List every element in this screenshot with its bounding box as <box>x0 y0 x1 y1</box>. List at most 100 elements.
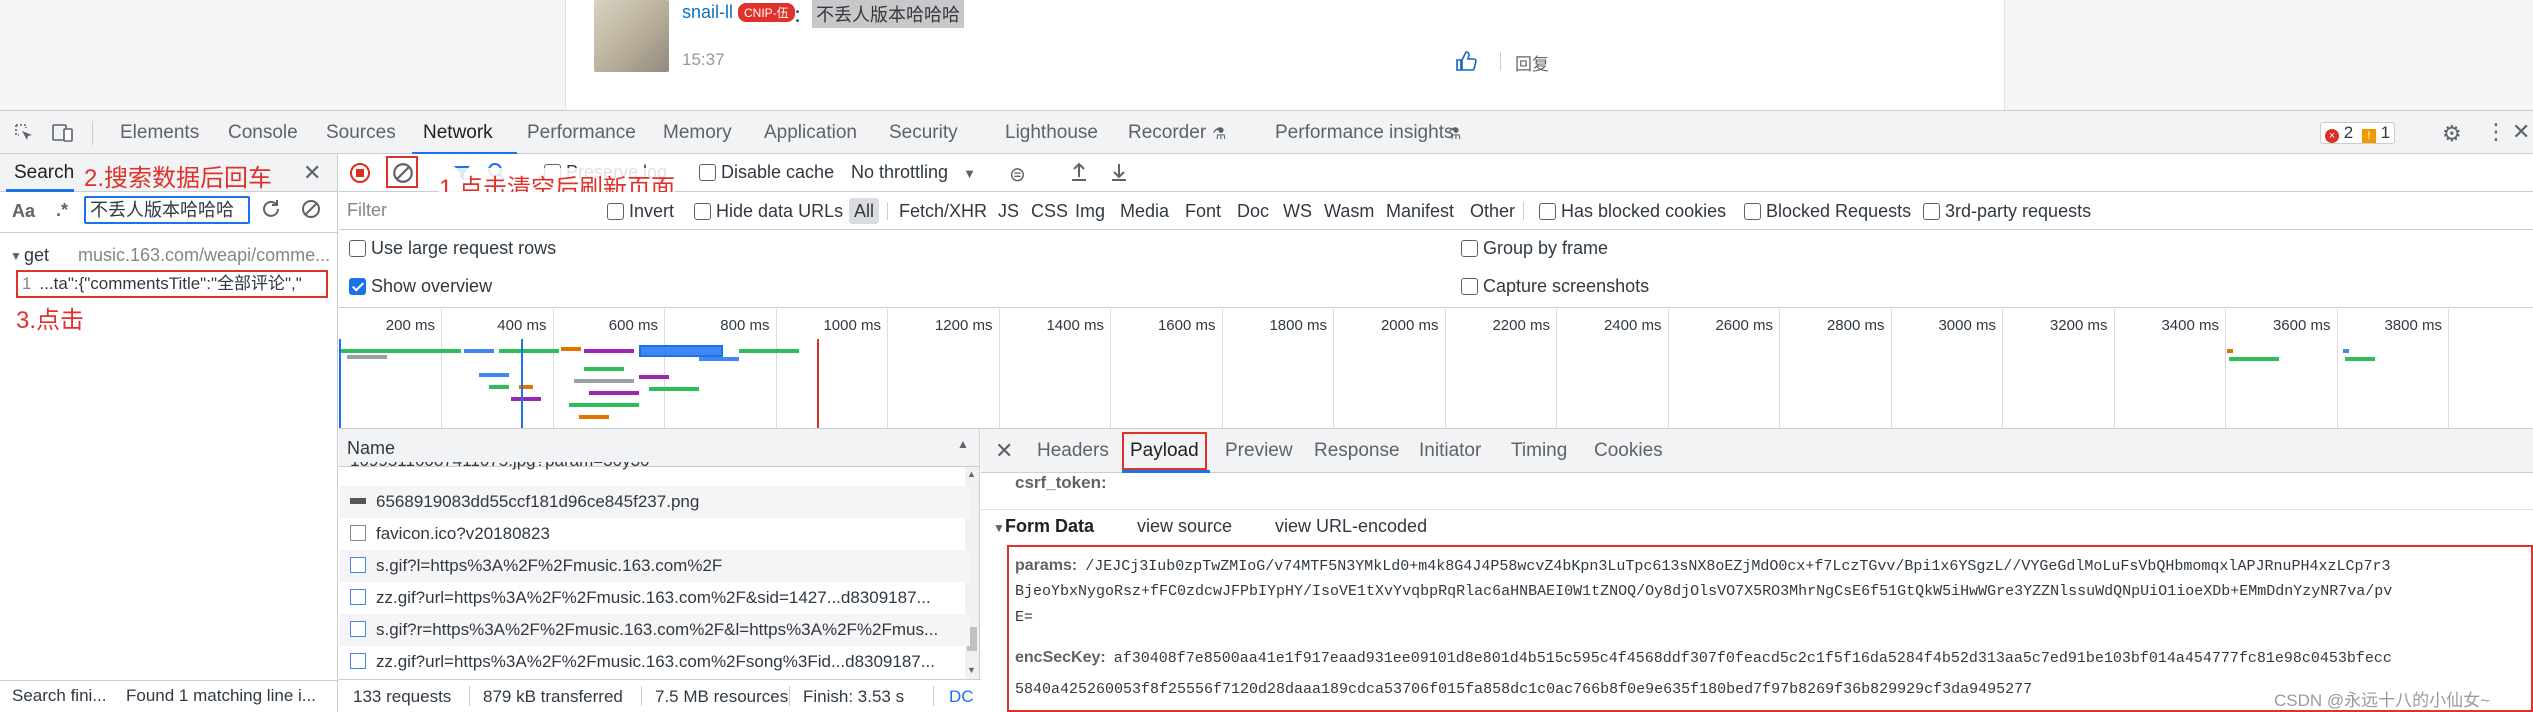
tab-memory[interactable]: Memory <box>663 111 732 155</box>
type-wasm[interactable]: Wasm <box>1324 192 1374 230</box>
tab-response[interactable]: Response <box>1314 429 1400 473</box>
type-manifest[interactable]: Manifest <box>1386 192 1454 230</box>
third-party-checkbox[interactable]: 3rd-party requests <box>1923 192 2091 230</box>
comment-username[interactable]: snail-ll <box>682 2 733 23</box>
type-js[interactable]: JS <box>998 192 1019 230</box>
tab-initiator[interactable]: Initiator <box>1419 429 1481 473</box>
close-detail-icon[interactable]: ✕ <box>995 438 1013 464</box>
clear-search-icon[interactable] <box>300 198 322 225</box>
inspect-icon[interactable] <box>14 123 34 148</box>
group-by-frame-checkbox[interactable]: Group by frame <box>1461 238 1608 259</box>
warning-icon: ! <box>2361 129 2376 143</box>
tab-preview[interactable]: Preview <box>1225 429 1293 473</box>
type-fetch-xhr[interactable]: Fetch/XHR <box>899 192 987 230</box>
network-conditions-icon[interactable]: ⊜ <box>1009 162 1026 187</box>
expand-triangle-icon[interactable]: ▼ <box>10 249 22 263</box>
timeline-tick <box>664 309 665 428</box>
timeline-tick <box>998 309 1000 428</box>
type-doc[interactable]: Doc <box>1237 192 1269 230</box>
params-value-cont: BjeoYbxNygoRsz+fFC0zdcwJFPbIYpHY/IsoVE1t… <box>1015 583 2393 600</box>
tab-application[interactable]: Application <box>764 111 857 155</box>
throttling-select[interactable]: No throttling ▼ <box>851 162 976 183</box>
tab-timing[interactable]: Timing <box>1511 429 1567 473</box>
tab-lighthouse[interactable]: Lighthouse <box>1005 111 1098 155</box>
tab-console[interactable]: Console <box>228 111 298 155</box>
reply-link[interactable]: 回复 <box>1515 50 1549 75</box>
form-data-heading[interactable]: Form Data <box>1005 516 1094 537</box>
overview-timeline[interactable]: 200 ms 400 ms 600 ms 800 ms 1000 ms 1200 ms 14… <box>339 309 2533 429</box>
tab-cookies[interactable]: Cookies <box>1594 429 1663 473</box>
type-other[interactable]: Other <box>1470 192 1515 230</box>
close-search-icon[interactable]: ✕ <box>303 160 321 186</box>
view-source-link[interactable]: view source <box>1137 516 1232 537</box>
type-font[interactable]: Font <box>1185 192 1221 230</box>
tab-sources[interactable]: Sources <box>326 111 396 155</box>
show-overview-checkbox[interactable]: Show overview <box>349 276 492 297</box>
error-count-badge[interactable]: × 2 ! 1 <box>2320 122 2396 144</box>
table-row[interactable]: 10995116087411075.jpg?param=30y30 <box>340 462 970 480</box>
search-result-line[interactable]: 1 ...ta":{"commentsTitle":"全部评论"," <box>16 270 328 298</box>
refresh-icon[interactable] <box>260 198 282 225</box>
expand-triangle-icon[interactable]: ▼ <box>993 521 1005 535</box>
like-icon[interactable] <box>1455 50 1477 72</box>
sort-arrow-icon[interactable]: ▲ <box>957 437 969 451</box>
type-ws[interactable]: WS <box>1283 192 1312 230</box>
tab-security[interactable]: Security <box>889 111 958 155</box>
dom-content-loaded-line <box>521 339 523 428</box>
disable-cache-checkbox[interactable]: Disable cache <box>699 162 834 183</box>
blocked-requests-checkbox[interactable]: Blocked Requests <box>1744 192 1911 230</box>
view-url-encoded-link[interactable]: view URL-encoded <box>1275 516 1427 537</box>
import-har-icon[interactable] <box>1069 161 1089 188</box>
table-row[interactable]: favicon.ico?v20180823 <box>340 518 970 550</box>
clear-network-button[interactable] <box>386 156 418 188</box>
close-devtools-icon[interactable]: ✕ <box>2512 119 2530 145</box>
hide-data-urls-checkbox[interactable]: Hide data URLs <box>694 192 843 230</box>
table-row[interactable]: zz.gif?url=https%3A%2F%2Fmusic.163.com%2… <box>340 582 970 614</box>
avatar[interactable] <box>594 0 669 72</box>
table-row[interactable]: s.gif?l=https%3A%2F%2Fmusic.163.com%2F <box>340 550 970 582</box>
match-case-toggle[interactable]: Aa <box>12 201 35 222</box>
type-media[interactable]: Media <box>1120 192 1169 230</box>
type-img[interactable]: Img <box>1075 192 1105 230</box>
has-blocked-cookies-checkbox[interactable]: Has blocked cookies <box>1539 192 1726 230</box>
table-row[interactable]: s.gif?r=https%3A%2F%2Fmusic.163.com%2F&l… <box>340 614 970 646</box>
tab-recorder[interactable]: Recorder <box>1128 111 1206 155</box>
show-overview-label: Show overview <box>371 276 493 296</box>
search-result-url[interactable]: music.163.com/weapi/comme... <box>78 245 330 266</box>
timeline-tick <box>1333 309 1334 428</box>
large-rows-checkbox[interactable]: Use large request rows <box>349 238 556 259</box>
regex-toggle[interactable]: .* <box>56 200 68 221</box>
devtools-tabbar: Elements Console Sources Network Perform… <box>0 110 2533 155</box>
tab-payload[interactable]: Payload <box>1122 432 1207 470</box>
large-rows-label: Use large request rows <box>371 238 557 258</box>
tab-performance-insights[interactable]: Performance insights <box>1275 111 1453 155</box>
tab-elements[interactable]: Elements <box>120 111 199 155</box>
more-options-icon[interactable]: ⋮ <box>2485 119 2507 145</box>
table-row[interactable]: 6568919083dd55ccf181d96ce845f237.png <box>340 486 970 518</box>
user-badge: CNIP-伍 <box>738 3 795 22</box>
device-toolbar-icon[interactable] <box>52 123 74 148</box>
settings-gear-icon[interactable]: ⚙ <box>2442 121 2462 147</box>
capture-screenshots-checkbox[interactable]: Capture screenshots <box>1461 276 1649 297</box>
timeline-tick-label: 2200 ms <box>1492 317 1550 334</box>
timeline-tick <box>2225 309 2226 428</box>
search-result-method[interactable]: get <box>24 245 49 266</box>
invert-checkbox[interactable]: Invert <box>607 192 674 230</box>
tab-network[interactable]: Network <box>423 111 493 155</box>
filter-input[interactable]: Filter <box>347 200 597 221</box>
tab-performance[interactable]: Performance <box>527 111 636 155</box>
name-column-header[interactable]: Name <box>347 438 395 459</box>
timeline-tick-label: 3200 ms <box>2049 317 2108 334</box>
tab-headers[interactable]: Headers <box>1037 429 1109 473</box>
export-har-icon[interactable] <box>1109 161 1129 188</box>
web-page-area: snail-ll CNIP-伍 ： 不丢人版本哈哈哈 15:37 回复 <box>0 0 2533 110</box>
timeline-selection[interactable] <box>639 345 723 357</box>
search-input[interactable]: 不丢人版本哈哈哈 <box>84 196 250 224</box>
table-row[interactable]: zz.gif?url=https%3A%2F%2Fmusic.163.com%2… <box>340 646 970 676</box>
type-css[interactable]: CSS <box>1031 192 1068 230</box>
type-all[interactable]: All <box>849 198 880 224</box>
csrf-token-label: csrf_token: <box>1015 473 1107 492</box>
timeline-tick-label: 400 ms <box>497 317 547 334</box>
record-stop-icon[interactable] <box>349 162 371 189</box>
throttling-value: No throttling <box>851 162 949 182</box>
